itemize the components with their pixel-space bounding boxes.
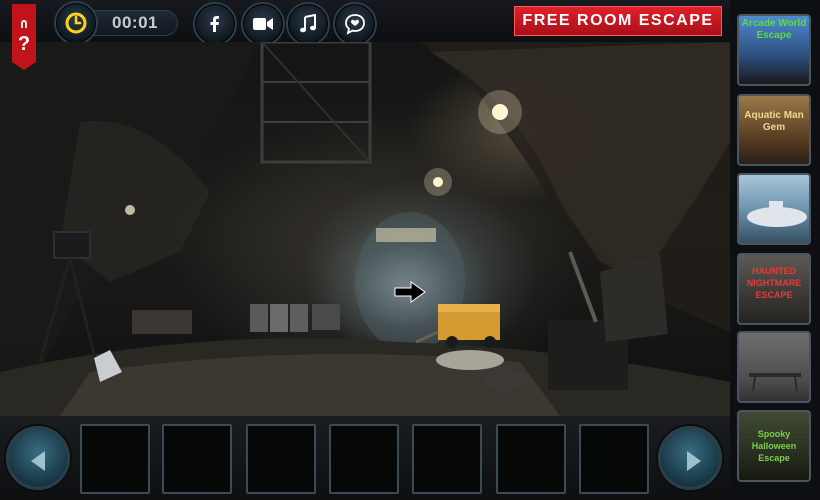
game-thumbnail[interactable] [737,331,811,403]
arrow-left-icon [31,451,45,471]
video-button[interactable] [241,2,285,46]
clock-icon [65,12,87,34]
arrow-right-icon [687,451,701,471]
inventory-next-button[interactable] [658,426,722,490]
inventory-slot[interactable] [80,424,150,494]
inventory-slot[interactable] [579,424,649,494]
timer-value: 00:01 [112,13,158,32]
promo-label: FREE ROOM ESCAPE [522,12,714,29]
heart-chat-icon [345,14,365,35]
game-title: HAUNTED NIGHTMARE ESCAPE [746,266,802,300]
game-thumbnail[interactable]: Arcade World Escape [737,14,811,86]
video-camera-icon [253,18,273,30]
submarine-art [747,201,807,227]
inventory-slot[interactable] [246,424,316,494]
game-thumbnail[interactable]: Aquatic Man Gem [737,94,811,166]
game-title: Spooky Halloween Escape [751,429,797,463]
more-games-sidebar: Arcade World Escape Aquatic Man Gem HAUN… [730,0,820,500]
game-title: Aquatic Man Gem [744,110,804,133]
inventory-slot[interactable] [496,424,566,494]
hook-icon [21,20,27,28]
tunnel-scene-art [0,42,730,416]
forward-arrow[interactable] [394,281,426,303]
game-thumbnail[interactable]: Spooky Halloween Escape [737,410,811,482]
game-scene[interactable] [0,42,730,416]
music-note-icon [300,14,316,33]
game-title: Arcade World Escape [741,18,807,41]
inventory-slot[interactable] [162,424,232,494]
help-tag[interactable]: ? [12,4,36,70]
facebook-icon [210,16,219,32]
inventory-prev-button[interactable] [6,426,70,490]
facebook-button[interactable] [193,2,237,46]
timer: 00:01 [54,1,178,45]
timer-button[interactable] [54,1,98,45]
inventory-slot[interactable] [329,424,399,494]
inventory-slot[interactable] [412,424,482,494]
game-thumbnail[interactable] [737,173,811,245]
game-thumbnail[interactable]: HAUNTED NIGHTMARE ESCAPE [737,253,811,325]
free-room-escape-banner[interactable]: FREE ROOM ESCAPE [514,6,722,36]
chat-button[interactable] [333,2,377,46]
help-icon: ? [17,33,31,55]
music-button[interactable] [286,2,330,46]
bench-art [749,373,801,392]
